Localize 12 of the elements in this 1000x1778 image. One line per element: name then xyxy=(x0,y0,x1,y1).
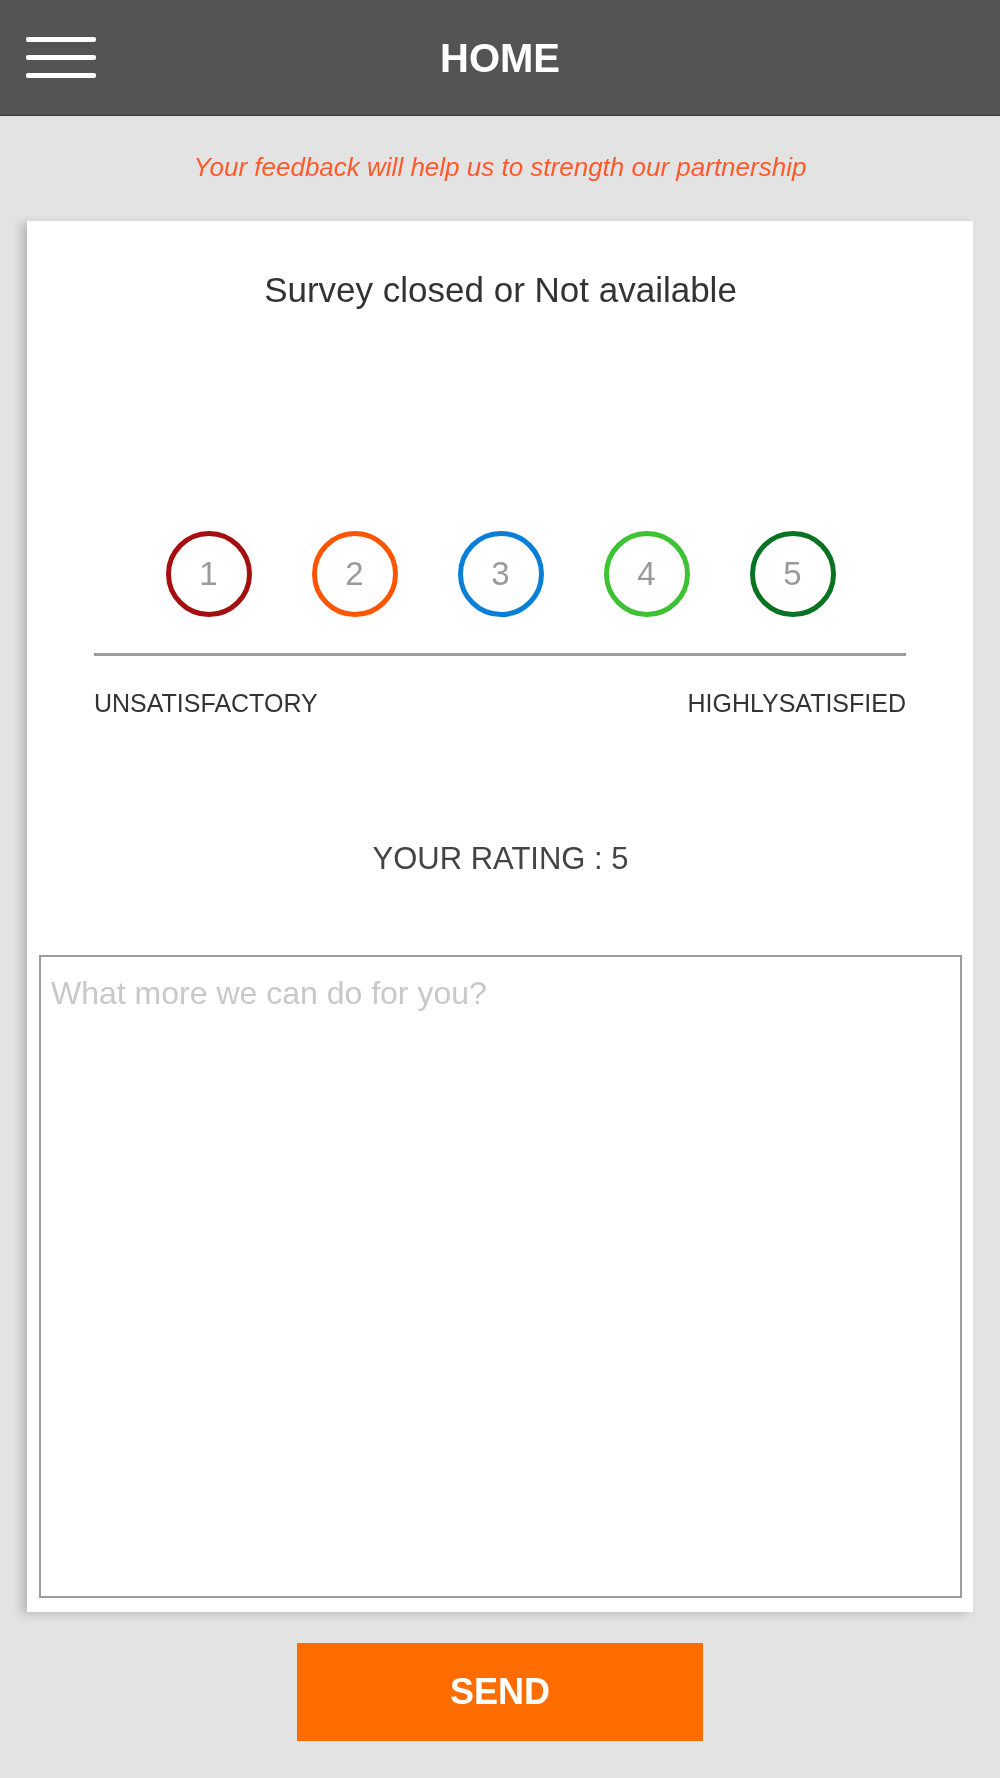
scale-high-label: HIGHLYSATISFIED xyxy=(687,688,906,718)
send-button[interactable]: SEND xyxy=(297,1643,703,1741)
scale-low-label: UNSATISFACTORY xyxy=(94,688,318,718)
tagline-text: Your feedback will help us to strength our partnership xyxy=(193,151,807,183)
rating-option[interactable]: 2 xyxy=(311,531,398,617)
rating-option[interactable]: 3 xyxy=(457,531,544,617)
rating-option[interactable]: 5 xyxy=(749,531,836,617)
page-title: HOME xyxy=(440,34,560,82)
rating-option[interactable]: 1 xyxy=(165,531,252,617)
survey-status-text: Survey closed or Not available xyxy=(264,270,737,310)
rating-option[interactable]: 4 xyxy=(603,531,690,617)
rating-result-text: YOUR RATING : 5 xyxy=(372,841,629,877)
